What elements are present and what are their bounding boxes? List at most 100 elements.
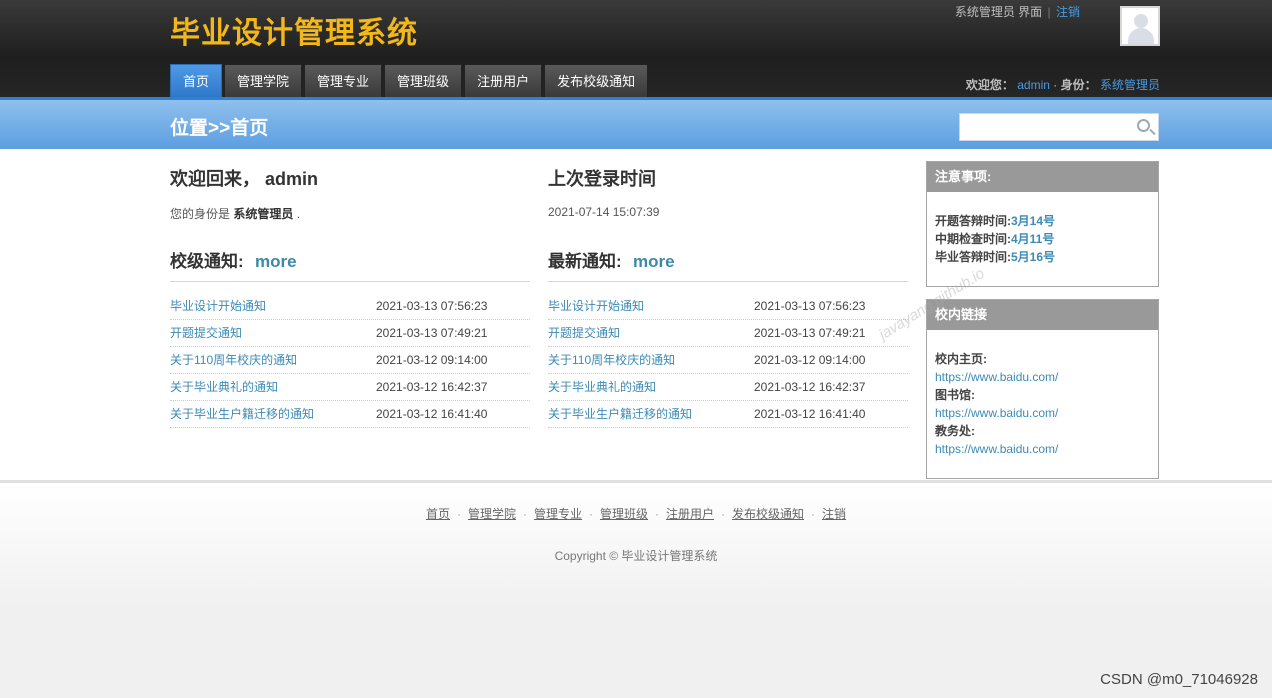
nav-manage-class[interactable]: 管理班级 (384, 64, 463, 97)
notice-title-link[interactable]: 毕业设计开始通知 (170, 299, 266, 313)
links-panel-title: 校内链接 (927, 300, 1158, 330)
breadcrumb: 位置>>首页 (170, 118, 269, 139)
identity-prefix: 您的身份是 (170, 207, 231, 221)
notice-title-link[interactable]: 关于110周年校庆的通知 (170, 353, 297, 367)
school-notices-title: 校级通知: (170, 252, 244, 271)
notice-title-link[interactable]: 关于110周年校庆的通知 (548, 353, 675, 367)
avatar-head-shape (1134, 14, 1148, 28)
list-item: 关于毕业生户籍迁移的通知 2021-03-12 16:41:40 (170, 401, 530, 428)
link-label: 校内主页: (935, 352, 987, 366)
identity-line: 您的身份是 系统管理员 . (170, 205, 530, 222)
list-item: 关于毕业典礼的通知 2021-03-12 16:42:37 (170, 374, 530, 401)
latest-notices-header: 最新通知: more (548, 247, 908, 282)
list-item: 关于毕业典礼的通知 2021-03-12 16:42:37 (548, 374, 908, 401)
location-bar: 位置>>首页 (0, 97, 1272, 149)
footer-nav: 首页 · 管理学院 · 管理专业 · 管理班级 · 注册用户 · 发布校级通知 · 注销 (0, 505, 1272, 522)
latest-notices-title: 最新通知: (548, 252, 622, 271)
separator: · (811, 507, 816, 521)
notice-title-link[interactable]: 毕业设计开始通知 (548, 299, 644, 313)
user-role-text: 系统管理员 界面 (954, 5, 1043, 19)
list-item: 关于110周年校庆的通知 2021-03-12 09:14:00 (548, 347, 908, 374)
top-user-info: 系统管理员 界面 | 注销 (955, 3, 1080, 20)
note-row: 中期检查时间:4月11号 (935, 230, 1150, 248)
notice-title-link[interactable]: 关于毕业生户籍迁移的通知 (548, 407, 692, 421)
list-item: 毕业设计开始通知 2021-03-13 07:56:23 (548, 293, 908, 320)
welcome-title: 欢迎回来， admin (170, 169, 319, 189)
identity-value: 系统管理员 (233, 207, 294, 221)
notice-title-link[interactable]: 关于毕业典礼的通知 (548, 380, 656, 394)
links-panel: 校内链接 校内主页: https://www.baidu.com/ 图书馆: h… (926, 299, 1159, 479)
last-login-title: 上次登录时间 (548, 169, 656, 189)
link-url[interactable]: https://www.baidu.com/ (935, 404, 1150, 422)
logout-link[interactable]: 注销 (1056, 5, 1080, 19)
footer: 首页 · 管理学院 · 管理专业 · 管理班级 · 注册用户 · 发布校级通知 · 注销 Copyrig… (0, 480, 1272, 698)
footer-link-logout[interactable]: 注销 (822, 507, 846, 521)
nav-manage-major[interactable]: 管理专业 (304, 64, 383, 97)
welcome-username: admin (1017, 78, 1050, 92)
separator: · (588, 507, 593, 521)
footer-link-publish[interactable]: 发布校级通知 (732, 507, 804, 521)
nav-manage-college[interactable]: 管理学院 (224, 64, 303, 97)
nav-home[interactable]: 首页 (170, 64, 223, 97)
note-label: 毕业答辩时间: (935, 250, 1011, 264)
nav-register-user[interactable]: 注册用户 (464, 64, 543, 97)
header: 毕业设计管理系统 系统管理员 界面 | 注销 首页 管理学院 管理专业 管理班级… (0, 0, 1272, 97)
link-label: 图书馆: (935, 388, 975, 402)
note-value: 3月14号 (1011, 214, 1056, 228)
middle-column: 上次登录时间 2021-07-14 15:07:39 最新通知: more 毕业… (548, 149, 908, 428)
avatar[interactable] (1120, 6, 1160, 46)
link-url[interactable]: https://www.baidu.com/ (935, 368, 1150, 386)
notes-panel-body: 开题答辩时间:3月14号 中期检查时间:4月11号 毕业答辩时间:5月16号 (927, 192, 1158, 266)
note-value: 4月11号 (1011, 232, 1055, 246)
search-input[interactable] (960, 114, 1130, 140)
notice-title-link[interactable]: 开题提交通知 (170, 326, 242, 340)
list-item: 开题提交通知 2021-03-13 07:49:21 (548, 320, 908, 347)
csdn-watermark: CSDN @m0_71046928 (1100, 671, 1258, 688)
school-notices-header: 校级通知: more (170, 247, 530, 282)
separator: · (456, 507, 461, 521)
notice-date: 2021-03-12 16:42:37 (754, 380, 866, 394)
list-item: 关于毕业生户籍迁移的通知 2021-03-12 16:41:40 (548, 401, 908, 428)
notice-date: 2021-03-13 07:49:21 (376, 326, 488, 340)
welcome-line: 欢迎您： admin · 身份： 系统管理员 (966, 76, 1160, 93)
notice-date: 2021-03-12 16:41:40 (376, 407, 488, 421)
school-notices-list: 毕业设计开始通知 2021-03-13 07:56:23 开题提交通知 2021-0… (170, 293, 530, 428)
notice-date: 2021-03-13 07:56:23 (754, 299, 866, 313)
link-label: 教务处: (935, 424, 975, 438)
welcome-prefix: 欢迎您： (965, 78, 1014, 92)
site-title: 毕业设计管理系统 (170, 17, 418, 50)
footer-link-class[interactable]: 管理班级 (600, 507, 648, 521)
separator: · (655, 507, 659, 521)
avatar-body-shape (1128, 28, 1154, 44)
note-value: 5月16号 (1011, 250, 1056, 264)
list-item: 关于110周年校庆的通知 2021-03-12 09:14:00 (170, 347, 530, 374)
note-row: 毕业答辩时间:5月16号 (935, 248, 1150, 266)
separator: · (721, 507, 726, 521)
note-label: 中期检查时间: (935, 232, 1011, 246)
school-notices-more-link[interactable]: more (255, 252, 297, 271)
search-box (959, 113, 1159, 141)
note-label: 开题答辩时间: (935, 214, 1011, 228)
notice-date: 2021-03-13 07:56:23 (376, 299, 488, 313)
latest-notices-more-link[interactable]: more (633, 252, 675, 271)
link-url[interactable]: https://www.baidu.com/ (935, 440, 1150, 458)
separator: · (522, 507, 527, 521)
notice-title-link[interactable]: 关于毕业典礼的通知 (170, 380, 278, 394)
footer-link-college[interactable]: 管理学院 (468, 507, 516, 521)
identity-suffix: . (296, 207, 301, 221)
left-column: 欢迎回来， admin 您的身份是 系统管理员 . 校级通知: more 毕业设… (170, 149, 530, 428)
separator: | (1047, 5, 1051, 19)
last-login-time: 2021-07-14 15:07:39 (548, 205, 660, 219)
note-row: 开题答辩时间:3月14号 (935, 212, 1150, 230)
notice-title-link[interactable]: 关于毕业生户籍迁移的通知 (170, 407, 314, 421)
nav-publish-notice[interactable]: 发布校级通知 (544, 64, 649, 97)
footer-link-home[interactable]: 首页 (426, 507, 450, 521)
footer-link-register[interactable]: 注册用户 (666, 507, 714, 521)
welcome-role: 系统管理员 (1099, 78, 1160, 92)
list-item: 开题提交通知 2021-03-13 07:49:21 (170, 320, 530, 347)
notice-title-link[interactable]: 开题提交通知 (548, 326, 620, 340)
search-icon[interactable] (1137, 119, 1150, 132)
notice-date: 2021-03-12 16:41:40 (754, 407, 866, 421)
footer-link-major[interactable]: 管理专业 (534, 507, 582, 521)
notice-date: 2021-03-12 09:14:00 (754, 353, 866, 367)
